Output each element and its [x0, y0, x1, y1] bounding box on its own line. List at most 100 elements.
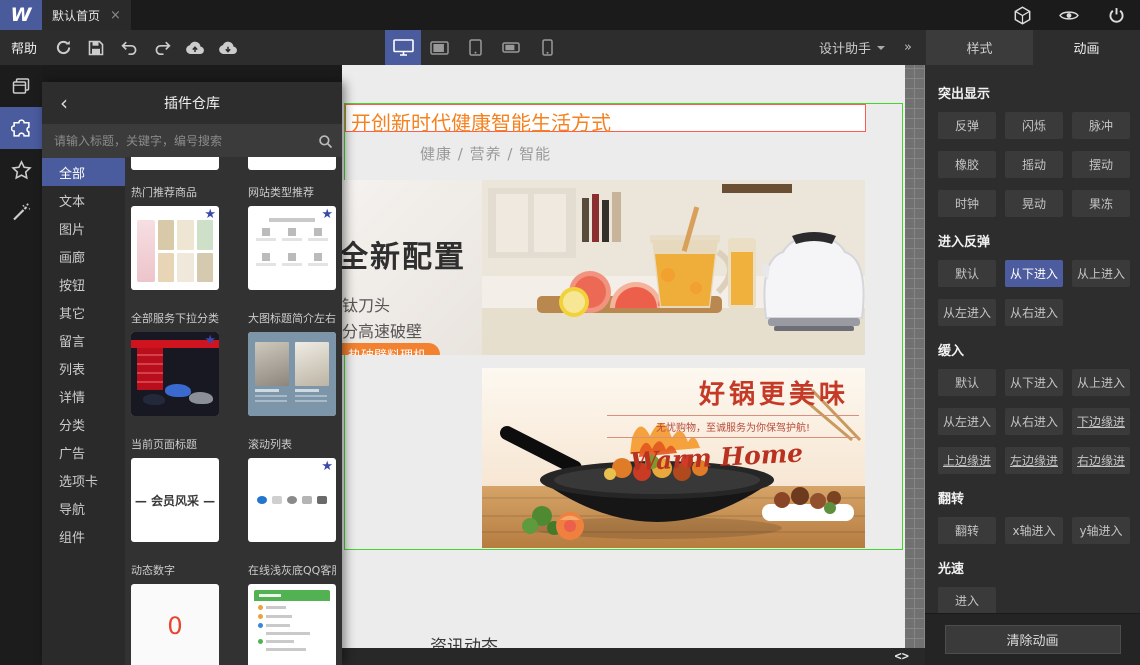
plugin-category-item[interactable]: 选项卡	[42, 466, 125, 494]
sidebar-item-pages[interactable]	[0, 65, 42, 107]
clear-animation-button[interactable]: 清除动画	[944, 625, 1121, 654]
plugin-category-item[interactable]: 全部	[42, 158, 125, 186]
power-icon[interactable]	[1106, 5, 1126, 25]
animation-option-button[interactable]: 橡胶	[938, 151, 996, 178]
animation-option-button[interactable]: 进入	[938, 587, 996, 614]
plugin-card-label: 热门推荐商品	[131, 186, 197, 199]
wok-banner[interactable]: 好锅更美味 无忧购物，至诚服务为你保驾护航! Warm Home	[482, 368, 865, 548]
plugin-category-item[interactable]: 按钮	[42, 270, 125, 298]
animation-option-button[interactable]: 从左进入	[938, 299, 996, 326]
plugin-card-big-image-switch[interactable]	[248, 332, 336, 416]
plugin-card-hot-products[interactable]: ★	[131, 206, 219, 290]
banner-title: 全新配置	[342, 240, 466, 275]
animation-option-button[interactable]: 从上进入	[1072, 369, 1130, 396]
eye-icon[interactable]	[1059, 5, 1079, 25]
page-tab[interactable]: 默认首页 ×	[42, 0, 131, 30]
cloud-download-icon[interactable]	[217, 37, 239, 59]
desktop-icon[interactable]	[385, 30, 421, 65]
plugin-category-item[interactable]: 画廊	[42, 242, 125, 270]
animation-option-button[interactable]: 果冻	[1072, 190, 1130, 217]
animation-option-button[interactable]: 从下进入	[1005, 260, 1063, 287]
animation-option-button[interactable]: 时钟	[938, 190, 996, 217]
clear-animation-strip: 清除动画	[925, 613, 1140, 665]
hero-title-block[interactable]: 开创新时代健康智能生活方式	[345, 104, 866, 135]
plugin-category-item[interactable]: 详情	[42, 382, 125, 410]
animation-option-button[interactable]: 从左进入	[938, 408, 996, 435]
plugin-card-dropdown-services[interactable]: ★	[131, 332, 219, 416]
search-icon[interactable]	[308, 134, 342, 149]
code-view-icon[interactable]: <>	[895, 649, 909, 663]
animation-option-button[interactable]: 从右进入	[1005, 299, 1063, 326]
animation-option-button[interactable]: 从上进入	[1072, 260, 1130, 287]
anim-buttons-flip: 翻转 x轴进入 y轴进入	[938, 517, 1130, 544]
animation-option-button[interactable]: 摆动	[1072, 151, 1130, 178]
animation-option-button[interactable]: 摇动	[1005, 151, 1063, 178]
expand-panel-chevron[interactable]: »	[904, 30, 912, 65]
plugin-category-item[interactable]: 广告	[42, 438, 125, 466]
plugin-category-item[interactable]: 列表	[42, 354, 125, 382]
help-button[interactable]: 帮助	[0, 30, 48, 65]
tablet-landscape-icon[interactable]	[421, 30, 457, 65]
animation-option-button[interactable]: 左边缘进	[1005, 447, 1063, 474]
plugin-card-partial[interactable]	[131, 157, 219, 170]
plugin-library-panel: ‹ 插件仓库 全部文本图片画廊按钮其它留言列表详情分类广告选项卡导航组件 热门推…	[42, 82, 342, 665]
plugin-category-item[interactable]: 留言	[42, 326, 125, 354]
tab-style[interactable]: 样式	[926, 30, 1033, 65]
plugin-card-scroll-list[interactable]: ★	[248, 458, 336, 542]
animation-option-button[interactable]: 脉冲	[1072, 112, 1130, 139]
product-banner-text-block[interactable]: 全新配置 钛刀头 分高速破壁 热破壁料理机	[342, 180, 482, 355]
banner-product-button[interactable]: 热破壁料理机	[342, 343, 441, 355]
plugins-icon	[10, 118, 32, 139]
animation-option-button[interactable]: 反弹	[938, 112, 996, 139]
phone-landscape-icon[interactable]	[493, 30, 529, 65]
animation-option-button[interactable]: 翻转	[938, 517, 996, 544]
plugin-card-page-title[interactable]: — 会员风采 —	[131, 458, 219, 542]
plugin-category-item[interactable]: 组件	[42, 522, 125, 550]
back-chevron-icon[interactable]: ‹	[60, 93, 68, 113]
sidebar-item-favorites[interactable]	[0, 149, 42, 191]
design-canvas[interactable]: 开创新时代健康智能生活方式 健康 / 营养 / 智能 全新配置 钛刀头 分高速破…	[342, 65, 905, 648]
animation-option-button[interactable]: 从右进入	[1005, 408, 1063, 435]
plugin-card-dynamic-number[interactable]: 0	[131, 584, 219, 665]
plugin-category-item[interactable]: 导航	[42, 494, 125, 522]
sidebar-item-plugins[interactable]	[0, 107, 42, 149]
refresh-icon[interactable]	[52, 37, 74, 59]
plugin-category-item[interactable]: 文本	[42, 186, 125, 214]
animation-option-button[interactable]: y轴进入	[1072, 517, 1130, 544]
animation-option-button[interactable]: 闪烁	[1005, 112, 1063, 139]
app-logo-letter: W	[10, 4, 32, 26]
animation-option-button[interactable]: 晃动	[1005, 190, 1063, 217]
anim-section-title-highlight: 突出显示	[938, 87, 991, 102]
undo-icon[interactable]	[118, 37, 140, 59]
plugin-category-item[interactable]: 图片	[42, 214, 125, 242]
sidebar-item-tools[interactable]	[0, 191, 42, 233]
animation-option-button[interactable]: 从下进入	[1005, 369, 1063, 396]
canvas-vertical-scrollbar[interactable]	[905, 65, 925, 648]
plugin-card-partial[interactable]	[248, 157, 336, 170]
cube-icon[interactable]	[1012, 5, 1032, 25]
kettle-banner[interactable]	[482, 180, 865, 355]
plugin-card-qq-service[interactable]	[248, 584, 336, 665]
animation-option-button[interactable]: 下边缘进	[1072, 408, 1130, 435]
tab-animation[interactable]: 动画	[1033, 30, 1140, 65]
plugin-category-item[interactable]: 分类	[42, 410, 125, 438]
phone-icon[interactable]	[529, 30, 565, 65]
plugin-search-input[interactable]	[42, 134, 308, 148]
toolbar: 帮助 设计助手 » 样式 动画	[0, 30, 1140, 65]
animation-option-button[interactable]: x轴进入	[1005, 517, 1063, 544]
animation-option-button[interactable]: 默认	[938, 369, 996, 396]
design-assistant-dropdown[interactable]: 设计助手	[819, 30, 885, 65]
tab-close-icon[interactable]: ×	[110, 8, 121, 23]
animation-option-button[interactable]: 右边缘进	[1072, 447, 1130, 474]
plugin-category-item[interactable]: 其它	[42, 298, 125, 326]
redo-icon[interactable]	[151, 37, 173, 59]
app-logo[interactable]: W	[0, 0, 42, 30]
favorite-star-icon[interactable]: ★	[204, 334, 216, 347]
animation-option-button[interactable]: 上边缘进	[938, 447, 996, 474]
cloud-upload-icon[interactable]	[184, 37, 206, 59]
plugin-card-label: 滚动列表	[248, 438, 292, 451]
animation-option-button[interactable]: 默认	[938, 260, 996, 287]
save-icon[interactable]	[85, 37, 107, 59]
plugin-card-site-types[interactable]: ★	[248, 206, 336, 290]
tablet-icon[interactable]	[457, 30, 493, 65]
